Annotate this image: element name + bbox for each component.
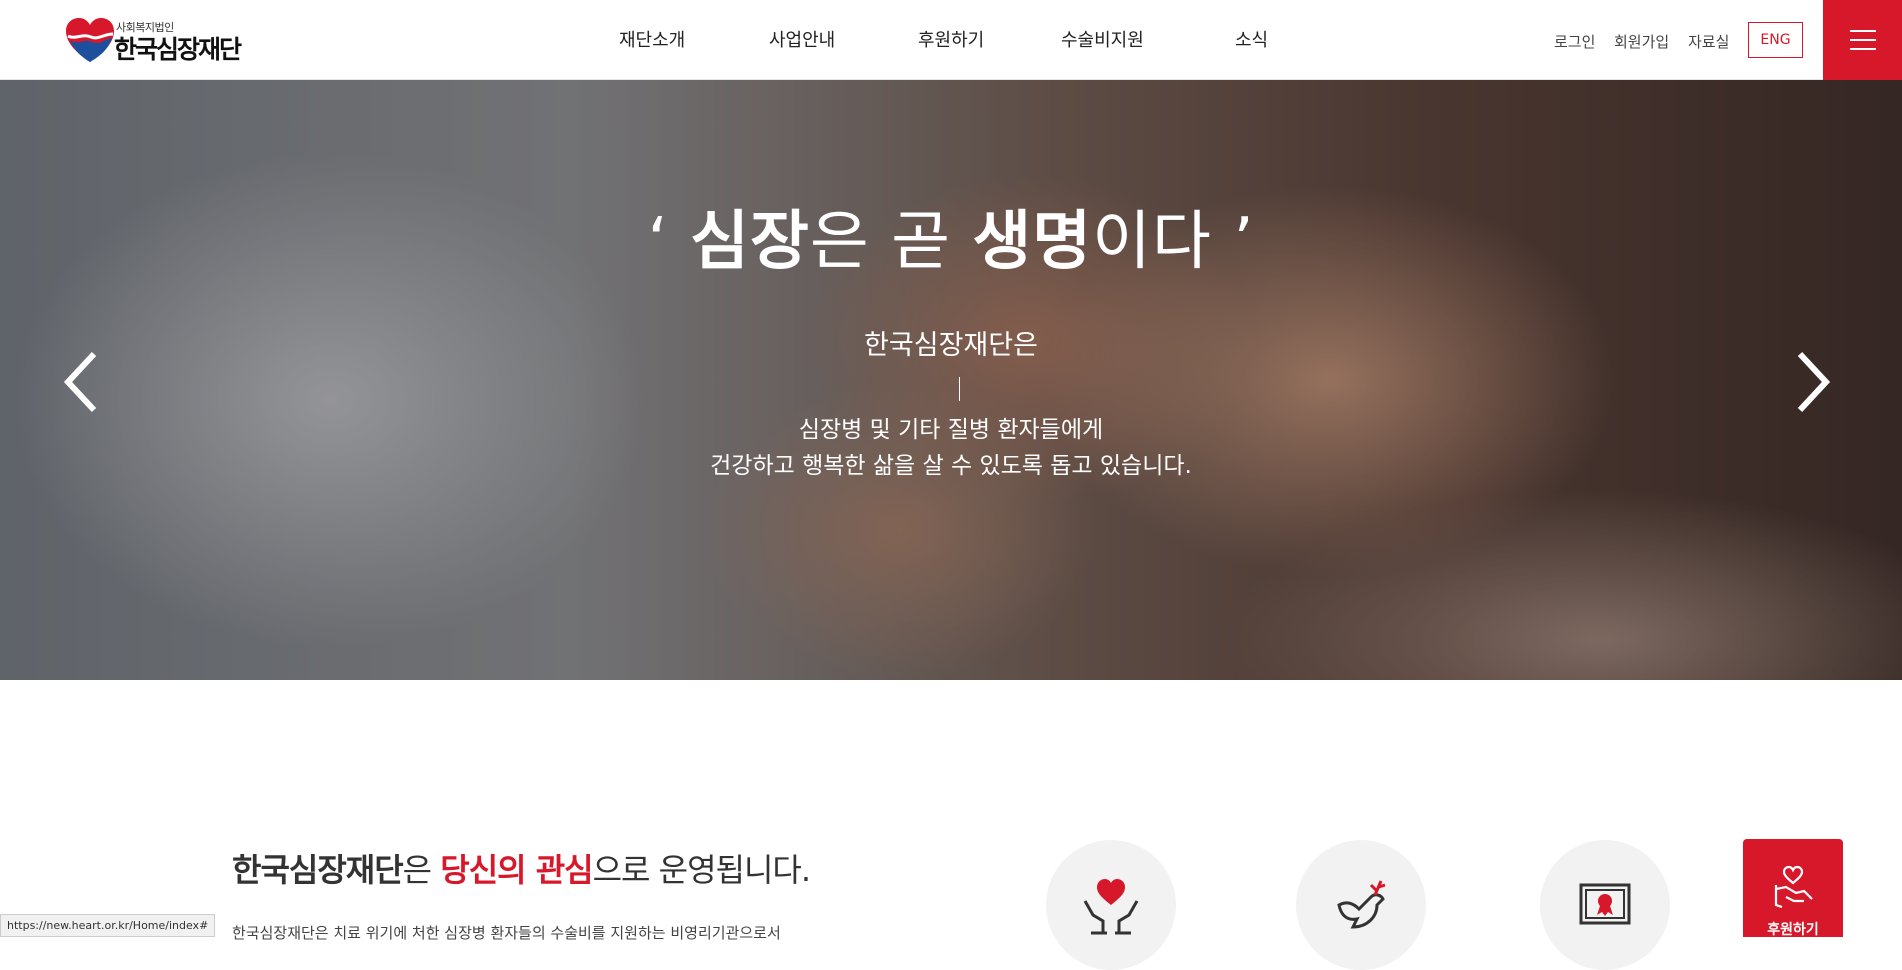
archive-link[interactable]: 자료실 [1688, 31, 1729, 52]
heart-logo-icon [66, 18, 114, 62]
intro-heading-highlight: 당신의 관심 [440, 851, 593, 889]
browser-status-url: https://new.heart.or.kr/Home/index# [0, 914, 216, 937]
hero-desc-line-2: 건강하고 행복한 삶을 살 수 있도록 돕고 있습니다. [710, 453, 1192, 479]
nav-item-surgery-support[interactable]: 수술비지원 [1061, 26, 1144, 52]
menu-icon [1850, 30, 1876, 32]
hamburger-menu-button[interactable] [1823, 0, 1902, 80]
hero-image-overlay [0, 80, 1902, 680]
hero-subtitle: 한국심장재단은 [864, 330, 1038, 361]
hero-highlight-heart: 심장 [690, 205, 810, 279]
intro-heading-part1: 은 [402, 851, 441, 889]
hero-title: ‘ 심장은 곧 생명이다 ’ [0, 190, 1902, 282]
peace-dove-circle[interactable] [1296, 840, 1426, 970]
hero-description: 심장병 및 기타 질병 환자들에게 건강하고 행복한 삶을 살 수 있도록 돕고… [0, 412, 1902, 484]
intro-description: 한국심장재단은 치료 위기에 처한 심장병 환자들의 수술비를 지원하는 비영리… [232, 924, 781, 942]
hero-highlight-life: 생명 [972, 205, 1093, 279]
chevron-right-icon [1797, 351, 1831, 413]
care-hands-circle[interactable] [1046, 840, 1176, 970]
join-link[interactable]: 회원가입 [1614, 31, 1669, 52]
dove-icon [1337, 880, 1386, 929]
certificate-circle[interactable] [1540, 840, 1670, 970]
login-link[interactable]: 로그인 [1554, 31, 1595, 52]
intro-heading-foundation: 한국심장재단 [232, 851, 404, 889]
site-logo[interactable]: 사회복지법인 한국심장재단 [64, 16, 242, 64]
nav-item-donate[interactable]: 후원하기 [918, 26, 984, 52]
language-english-button[interactable]: ENG [1748, 22, 1803, 58]
slider-next-button[interactable] [1792, 348, 1832, 416]
donate-heart-hand-icon [1774, 865, 1813, 909]
intro-heading: 한국심장재단은 당신의 관심으로 운영됩니다. [232, 845, 811, 891]
nav-item-news[interactable]: 소식 [1235, 26, 1268, 52]
menu-icon-line [1850, 39, 1876, 41]
nav-item-business[interactable]: 사업안내 [769, 26, 835, 52]
hero-divider [959, 377, 960, 401]
certificate-icon [1579, 883, 1631, 925]
menu-icon-line [1850, 48, 1876, 50]
site-header: 사회복지법인 한국심장재단 재단소개 사업안내 후원하기 수술비지원 소식 로그… [0, 0, 1902, 80]
hero-title-middle: 은 곧 [809, 205, 973, 279]
hero-desc-line-1: 심장병 및 기타 질병 환자들에게 [798, 417, 1104, 443]
heart-hands-icon [1083, 879, 1139, 935]
floating-donate-button[interactable]: 후원하기 [1743, 839, 1843, 938]
logo-title: 한국심장재단 [114, 35, 242, 64]
intro-heading-part2: 으로 운영됩니다. [592, 851, 811, 889]
hero-slider: ‘ 심장은 곧 생명이다 ’ 한국심장재단은 심장병 및 기타 질병 환자들에게… [0, 80, 1902, 680]
hero-title-end: 이다 ’ [1092, 205, 1255, 279]
chevron-left-icon [63, 351, 97, 413]
floating-donate-label: 후원하기 [1767, 922, 1819, 938]
slider-prev-button[interactable] [62, 348, 102, 416]
nav-item-about[interactable]: 재단소개 [619, 26, 685, 52]
hero-quote-open: ‘ [647, 205, 691, 279]
